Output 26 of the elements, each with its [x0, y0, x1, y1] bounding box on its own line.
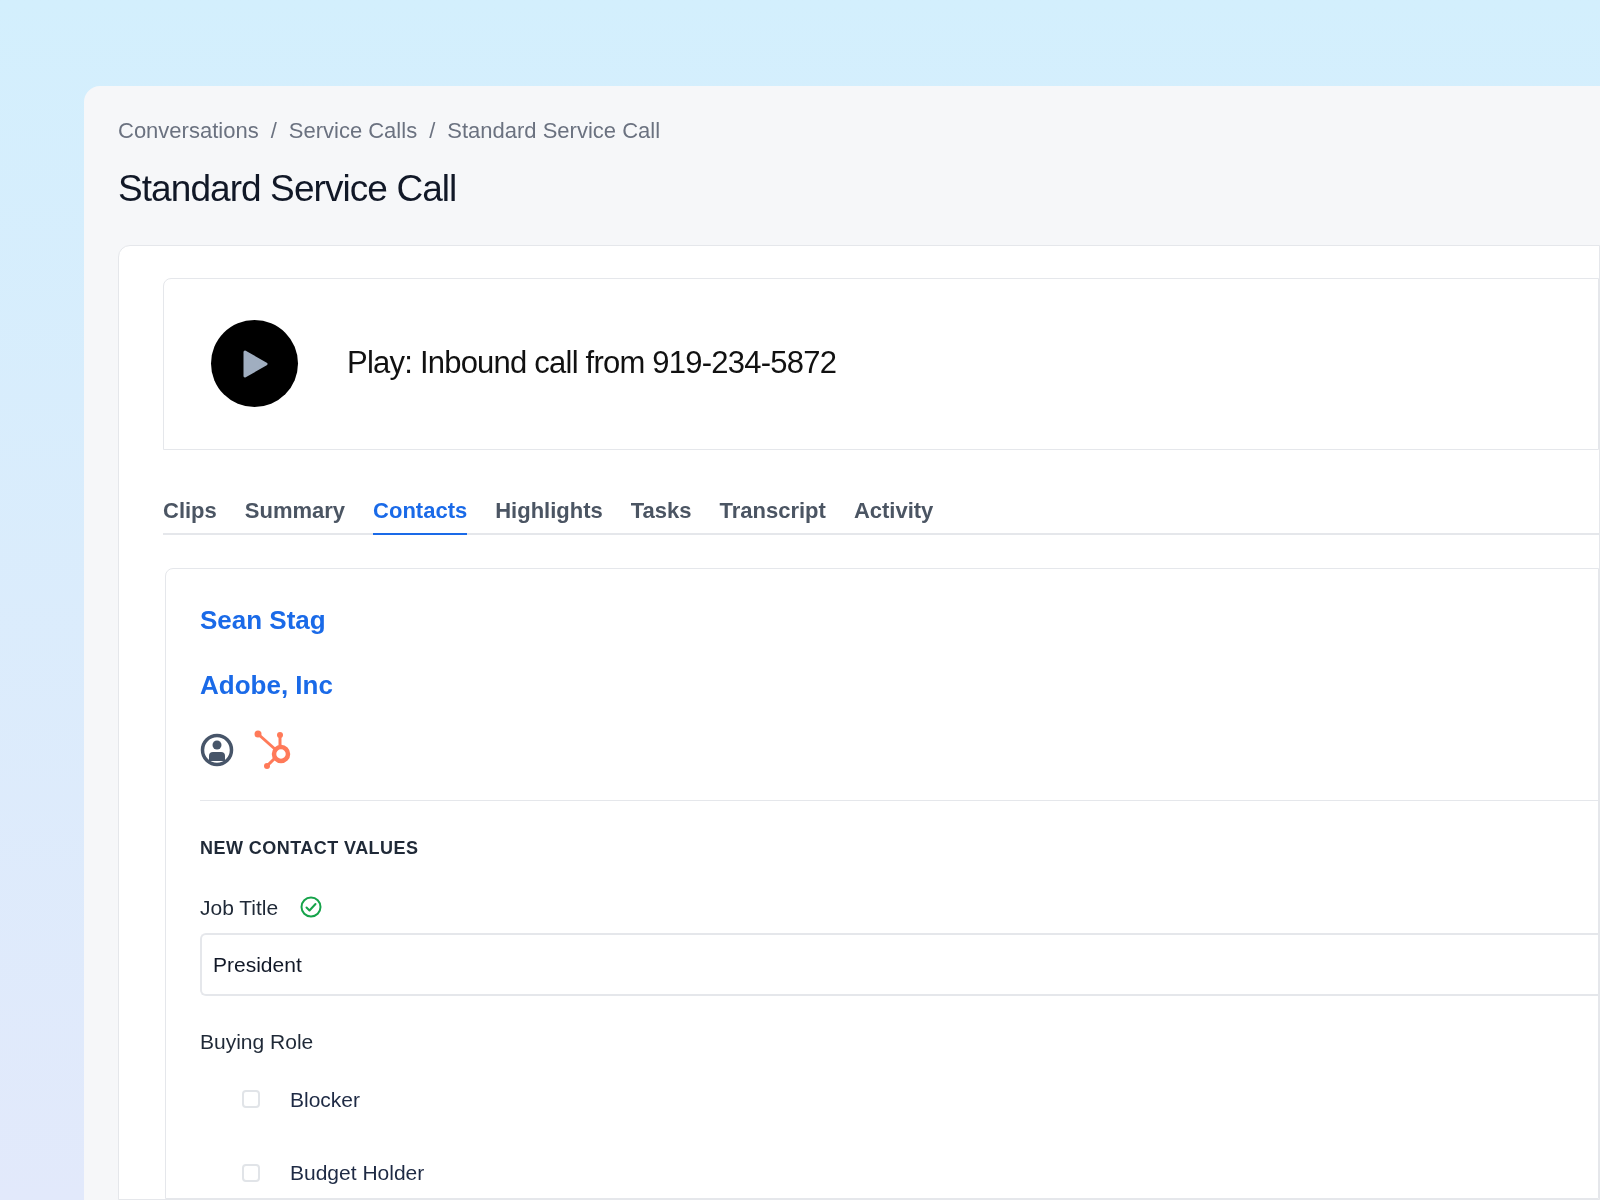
contact-name-link[interactable]: Sean Stag: [200, 600, 1598, 640]
tab[interactable]: Summary: [244, 493, 346, 535]
page-title: Standard Service Call: [118, 167, 458, 211]
company-link[interactable]: Adobe, Inc: [200, 665, 1598, 705]
tab[interactable]: Transcript: [719, 493, 826, 535]
job-title-field[interactable]: President: [200, 933, 1598, 996]
tab[interactable]: Clips: [163, 493, 217, 535]
breadcrumb-separator: /: [270, 117, 277, 145]
tab[interactable]: Tasks: [630, 493, 692, 535]
tab[interactable]: Contacts: [373, 493, 468, 535]
tab[interactable]: Highlights: [495, 493, 603, 535]
checkbox[interactable]: [242, 1163, 260, 1182]
section-heading: NEW CONTACT VALUES: [200, 836, 420, 860]
checkbox[interactable]: [242, 1090, 260, 1109]
tab[interactable]: Activity: [853, 493, 934, 535]
breadcrumb-link[interactable]: Service Calls: [288, 114, 418, 147]
checkbox-label: Blocker: [290, 1086, 361, 1113]
checkbox-label: Budget Holder: [290, 1160, 425, 1186]
field-label: Job Title: [200, 894, 279, 921]
play-icon: [241, 349, 268, 378]
player-label: Play: Inbound call from 919-234-5872: [347, 344, 837, 383]
user-profile-icon[interactable]: [200, 732, 234, 767]
breadcrumb-link[interactable]: Standard Service Call: [447, 114, 661, 147]
field-label: Buying Role: [200, 1029, 315, 1055]
breadcrumb-separator: /: [429, 117, 436, 145]
breadcrumb-link[interactable]: Conversations: [118, 114, 259, 147]
